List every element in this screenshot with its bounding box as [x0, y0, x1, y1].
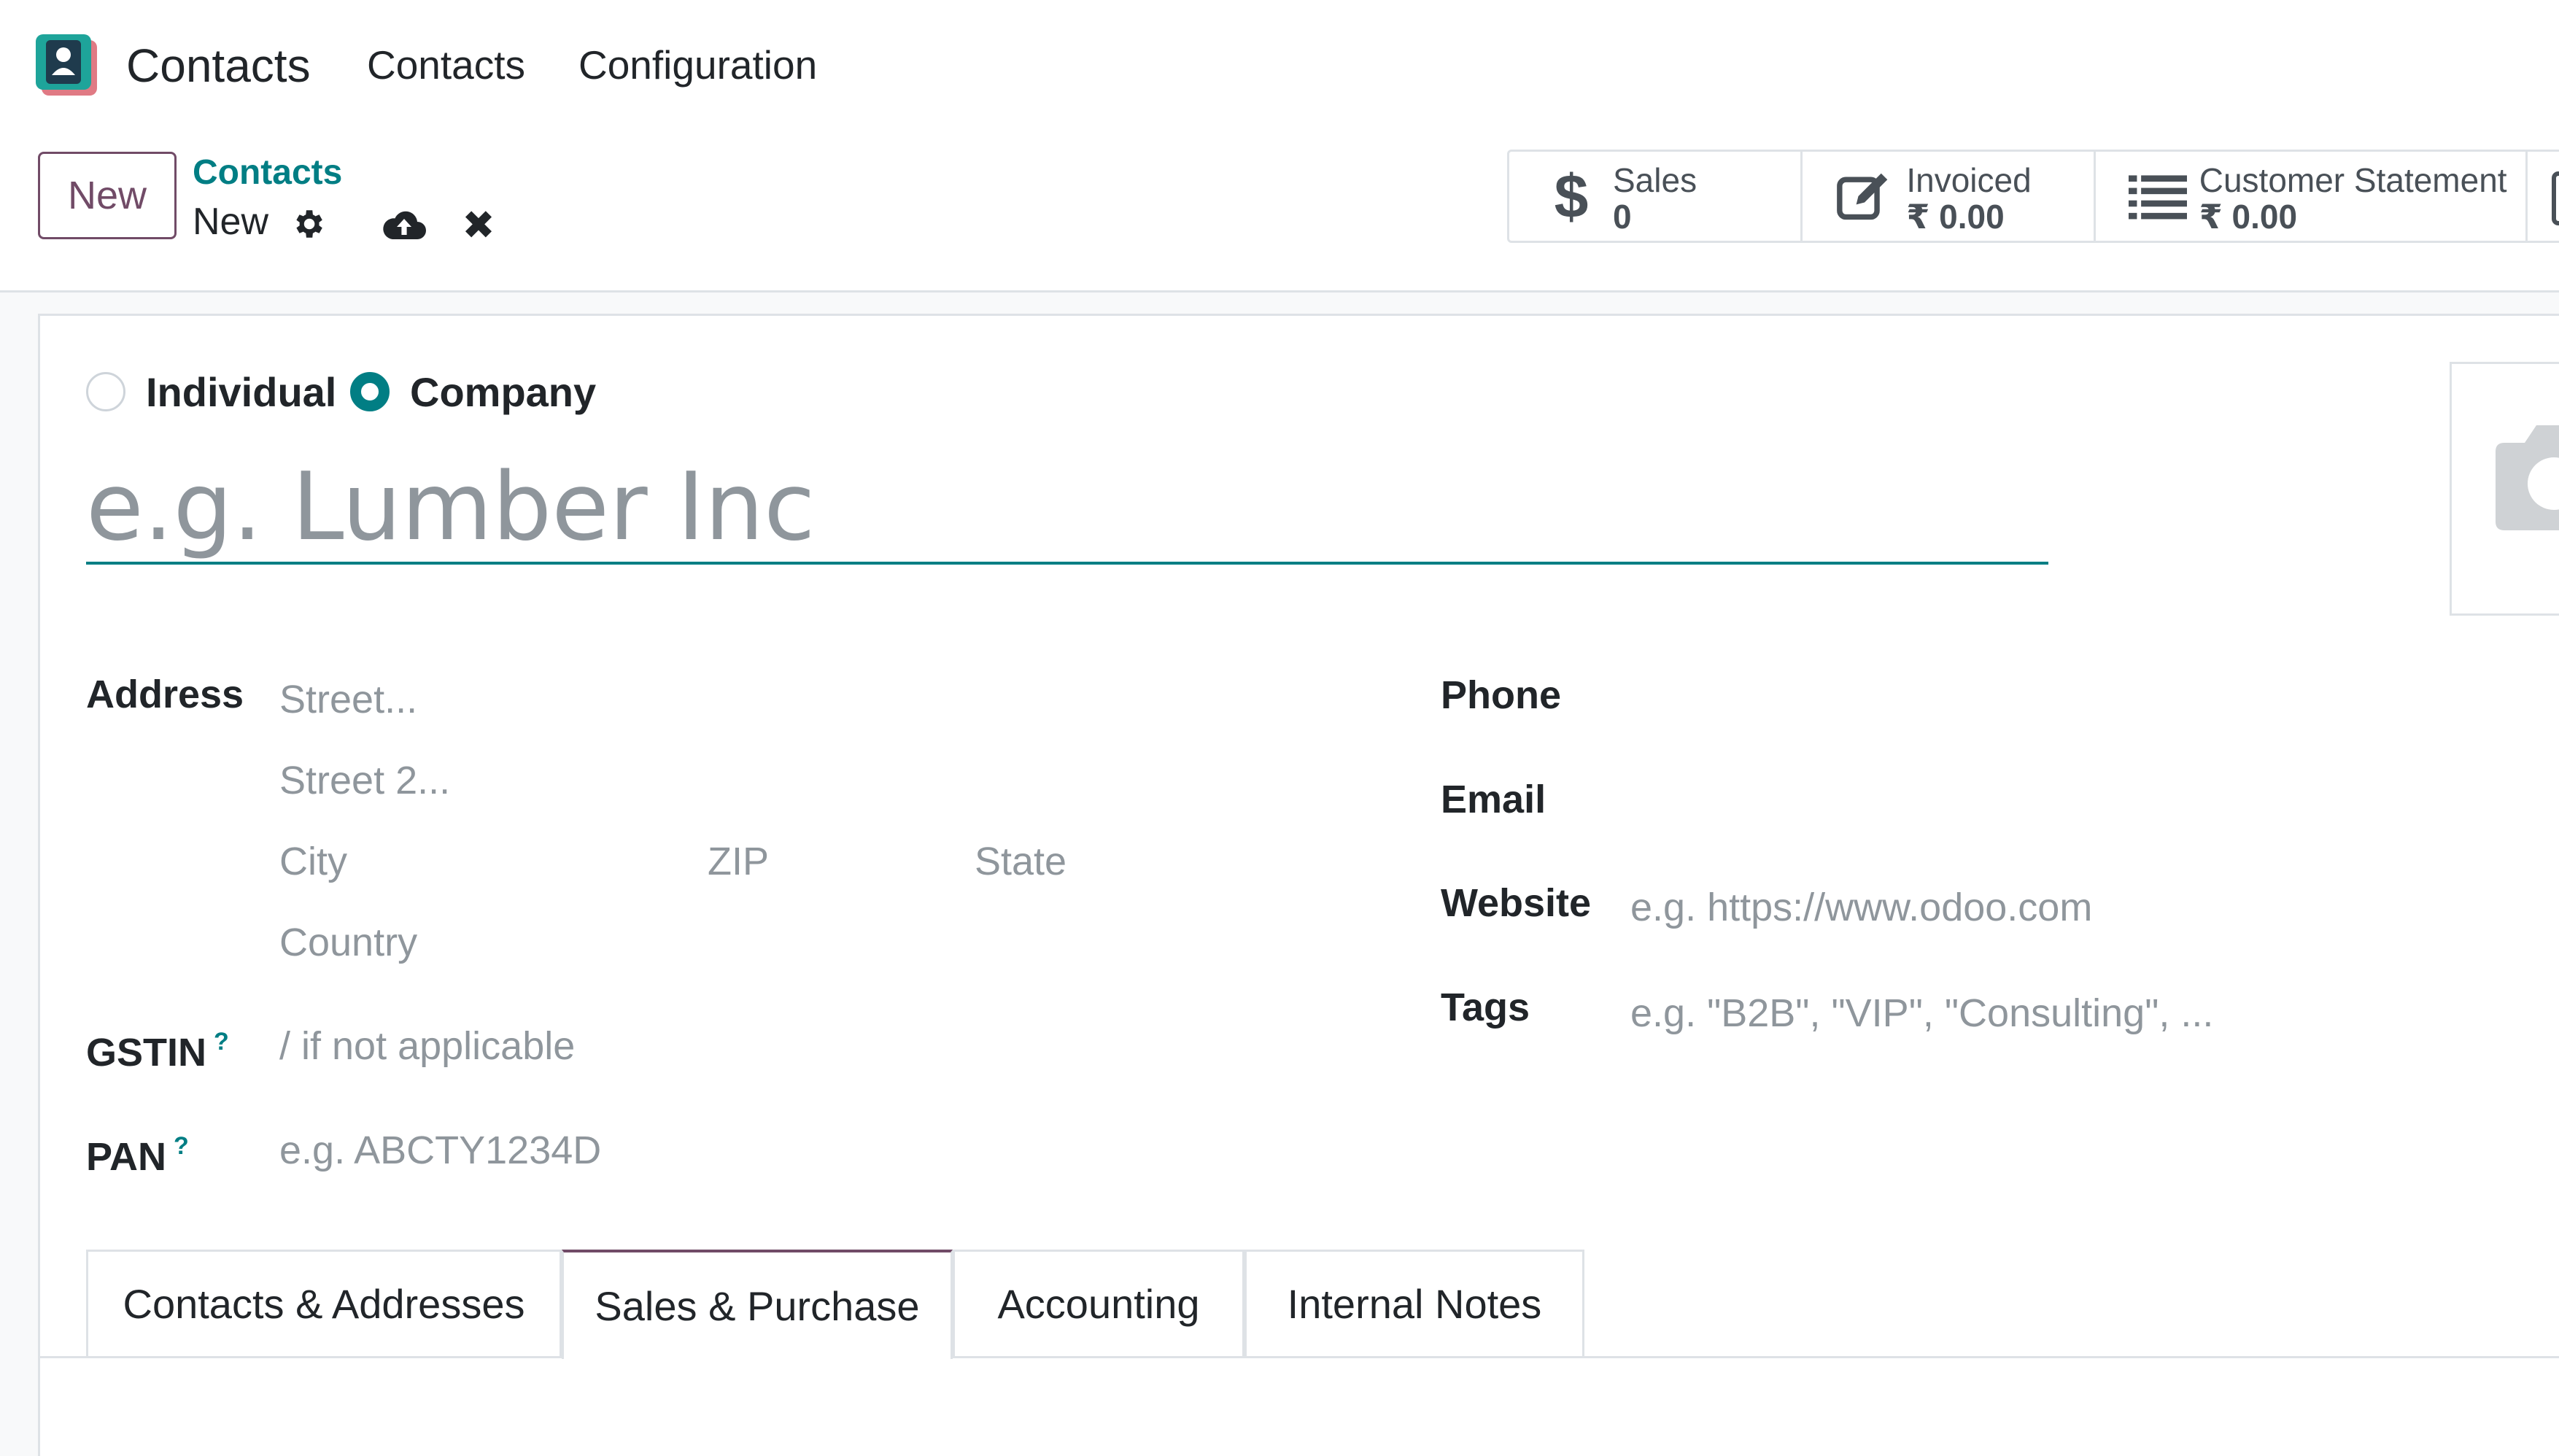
breadcrumb-current: New	[193, 201, 269, 243]
odoo-contacts-form: Contacts Contacts Configuration New Cont…	[0, 0, 2559, 1456]
sales-smart-button[interactable]: $ Sales 0	[1509, 152, 1803, 241]
individual-label[interactable]: Individual	[146, 366, 336, 419]
company-label[interactable]: Company	[410, 366, 596, 419]
sales-value: 0	[1613, 198, 1632, 236]
phone-label: Phone	[1441, 673, 1562, 717]
nav-menu-contacts[interactable]: Contacts	[367, 38, 525, 92]
nav-menu-configuration[interactable]: Configuration	[578, 38, 817, 92]
gstin-input[interactable]	[279, 1016, 1301, 1076]
tab-internal-notes[interactable]: Internal Notes	[1244, 1250, 1584, 1356]
top-navbar: Contacts Contacts Configuration	[0, 0, 2559, 128]
pan-help-icon[interactable]: ?	[174, 1132, 189, 1160]
sales-label: Sales	[1613, 161, 1697, 199]
breadcrumb-parent[interactable]: Contacts	[193, 152, 342, 194]
pan-label: PAN?	[86, 1132, 189, 1179]
customer-statement-value: ₹ 0.00	[2199, 198, 2298, 236]
gstin-label: GSTIN?	[86, 1028, 229, 1074]
app-name[interactable]: Contacts	[126, 36, 311, 95]
gstin-help-icon[interactable]: ?	[214, 1028, 229, 1056]
state-input[interactable]	[975, 832, 1303, 891]
invoiced-value: ₹ 0.00	[1906, 198, 2005, 236]
tab-sales-purchase[interactable]: Sales & Purchase	[562, 1250, 953, 1359]
edit-icon	[1835, 166, 1894, 226]
customer-statement-smart-button[interactable]: Customer Statement ₹ 0.00	[2096, 152, 2528, 241]
address-label: Address	[86, 673, 244, 716]
email-input[interactable]	[1630, 770, 2506, 830]
company-name-input[interactable]	[86, 452, 2048, 565]
more-smart-button[interactable]	[2528, 152, 2559, 241]
avatar-upload[interactable]	[2450, 362, 2559, 616]
control-panel: New Contacts New ✖ $ Sales 0 Invoiced ₹ …	[0, 128, 2559, 293]
phone-input[interactable]	[1630, 666, 2506, 726]
contacts-app-logo[interactable]	[34, 33, 98, 97]
street-input[interactable]	[279, 670, 1301, 729]
close-icon[interactable]: ✖	[458, 204, 499, 247]
cloud-upload-icon[interactable]	[379, 204, 429, 245]
gear-icon[interactable]	[288, 204, 328, 244]
tags-input[interactable]	[1630, 983, 2506, 1043]
customer-statement-label: Customer Statement	[2199, 161, 2507, 199]
invoiced-label: Invoiced	[1906, 161, 2032, 199]
list-icon	[2128, 166, 2188, 226]
city-input[interactable]	[279, 832, 681, 891]
zip-input[interactable]	[708, 832, 963, 891]
company-radio[interactable]	[350, 372, 390, 411]
smart-buttons: $ Sales 0 Invoiced ₹ 0.00 Customer State…	[1507, 150, 2559, 243]
email-label: Email	[1441, 778, 1546, 821]
tags-label: Tags	[1441, 985, 1530, 1029]
new-button[interactable]: New	[38, 152, 177, 239]
invoiced-smart-button[interactable]: Invoiced ₹ 0.00	[1803, 152, 2096, 241]
individual-radio[interactable]	[86, 372, 125, 411]
website-input[interactable]	[1630, 878, 2506, 937]
country-input[interactable]	[279, 913, 1301, 972]
pan-input[interactable]	[279, 1120, 1301, 1180]
tabs-divider	[40, 1356, 2559, 1358]
dollar-icon: $	[1554, 162, 1589, 231]
tab-contacts-addresses[interactable]: Contacts & Addresses	[86, 1250, 562, 1356]
website-label: Website	[1441, 881, 1592, 925]
street2-input[interactable]	[279, 751, 1301, 810]
tab-accounting[interactable]: Accounting	[953, 1250, 1244, 1356]
camera-icon	[2496, 425, 2559, 530]
